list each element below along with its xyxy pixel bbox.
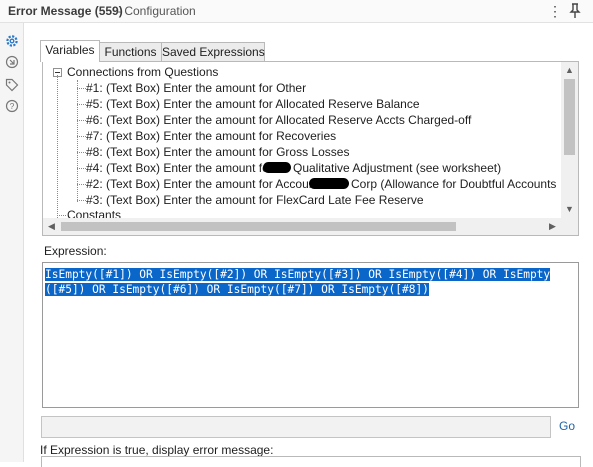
tree-item[interactable]: #5: (Text Box) Enter the amount for Allo… — [43, 96, 561, 112]
error-message-label: If Expression is true, display error mes… — [40, 443, 274, 457]
settings-gear-icon[interactable] — [5, 34, 19, 48]
variables-tree[interactable]: Connections from Questions #1: (Text Box… — [42, 61, 579, 236]
redaction-mark — [263, 162, 291, 173]
expression-line: ([#5]) OR IsEmpty([#6]) OR IsEmpty([#7])… — [45, 283, 429, 296]
tree-item[interactable]: #2: (Text Box) Enter the amount for Acco… — [43, 176, 561, 192]
horizontal-scroll-thumb[interactable] — [61, 222, 456, 231]
tree-group-connections[interactable]: Connections from Questions — [43, 64, 561, 80]
tree-item[interactable]: #7: (Text Box) Enter the amount for Reco… — [43, 128, 561, 144]
scroll-up-icon[interactable]: ▲ — [561, 62, 578, 79]
scrollbar-corner — [561, 218, 578, 235]
expression-label: Expression: — [44, 244, 107, 258]
svg-text:?: ? — [10, 101, 15, 111]
redaction-mark — [309, 178, 349, 189]
tab-saved-expressions[interactable]: Saved Expressions — [161, 42, 265, 61]
tree-item[interactable]: #1: (Text Box) Enter the amount for Othe… — [43, 80, 561, 96]
tag-icon[interactable] — [5, 78, 19, 92]
pin-icon[interactable] — [568, 3, 582, 19]
tree-item[interactable]: #8: (Text Box) Enter the amount for Gros… — [43, 144, 561, 160]
tree-item[interactable]: #4: (Text Box) Enter the amount for Qual… — [43, 160, 561, 176]
scroll-right-icon[interactable]: ▶ — [544, 218, 561, 235]
expression-text: IsEmpty([#1]) OR IsEmpty([#2]) OR IsEmpt… — [45, 267, 575, 297]
connection-icon[interactable] — [5, 55, 19, 69]
tree-item[interactable]: #6: (Text Box) Enter the amount for Allo… — [43, 112, 561, 128]
tab-functions[interactable]: Functions — [99, 42, 162, 61]
expression-editor[interactable]: IsEmpty([#1]) OR IsEmpty([#2]) OR IsEmpt… — [42, 262, 579, 408]
more-options-icon[interactable]: ⋮ — [548, 2, 562, 20]
tool-title: Error Message (559) — [8, 4, 123, 18]
horizontal-scrollbar[interactable]: ◀ ▶ — [43, 218, 561, 235]
tree-content: Connections from Questions #1: (Text Box… — [43, 62, 561, 218]
tool-subtitle: - Configuration — [117, 4, 196, 18]
scroll-down-icon[interactable]: ▼ — [561, 201, 578, 218]
tree-item[interactable]: #3: (Text Box) Enter the amount for Flex… — [43, 192, 561, 208]
expression-line: IsEmpty([#1]) OR IsEmpty([#2]) OR IsEmpt… — [45, 268, 551, 281]
expression-result-field[interactable] — [41, 416, 551, 438]
tab-variables[interactable]: Variables — [40, 40, 100, 62]
go-button[interactable]: Go — [554, 416, 580, 436]
vertical-scrollbar[interactable]: ▲ ▼ — [561, 62, 578, 218]
vertical-scroll-thumb[interactable] — [564, 79, 575, 155]
help-icon[interactable]: ? — [5, 99, 19, 113]
tree-group-constants[interactable]: Constants — [43, 207, 561, 218]
scroll-left-icon[interactable]: ◀ — [43, 218, 60, 235]
